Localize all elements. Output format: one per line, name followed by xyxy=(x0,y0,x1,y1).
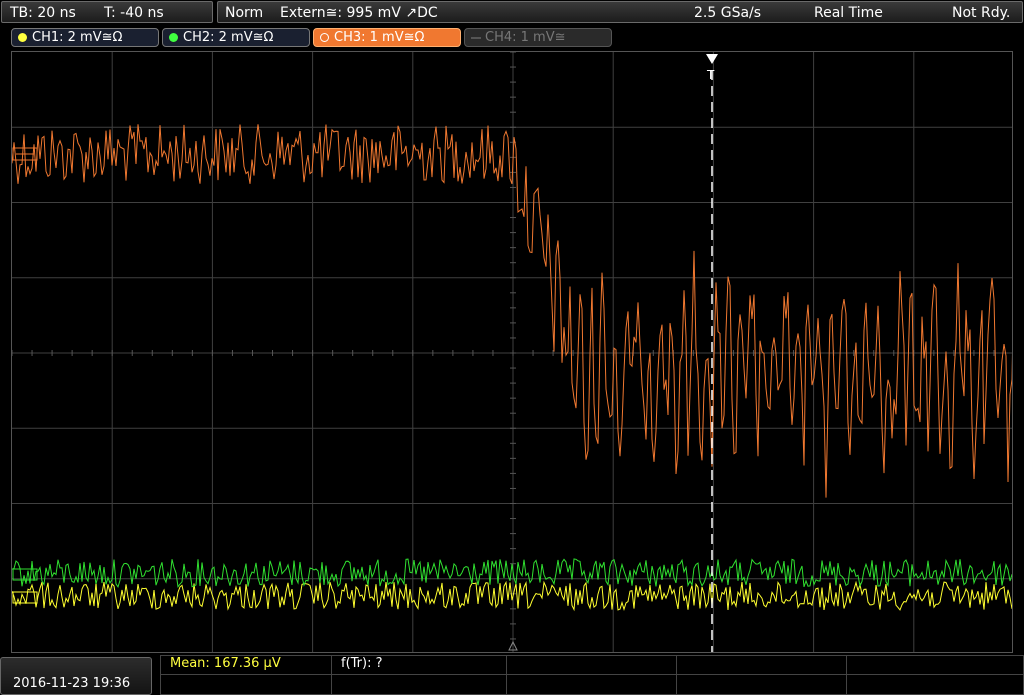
ch3-indicator-icon xyxy=(320,33,329,42)
divider xyxy=(846,656,847,695)
divider xyxy=(676,656,677,695)
trigger-panel[interactable]: Norm Extern≅: 995 mV ↗DC 2.5 GSa/s Real … xyxy=(217,1,1023,23)
trigger-time-readout: T: -40 ns xyxy=(104,5,164,21)
channel-tab-ch2[interactable]: CH2: 2 mV≅Ω xyxy=(162,28,310,47)
channel-label: CH3: 1 mV≅Ω xyxy=(334,30,425,45)
acquisition-mode: Norm xyxy=(225,5,264,21)
datetime: 2016-11-23 19:36 xyxy=(13,676,131,691)
trigger-status: Not Rdy. xyxy=(952,5,1011,21)
measurement-frequency[interactable]: f(Tr): ? xyxy=(341,656,383,671)
timebase-readout: TB: 20 ns xyxy=(10,5,76,21)
divider xyxy=(331,656,332,695)
channel-tab-ch3[interactable]: CH3: 1 mV≅Ω xyxy=(313,28,461,47)
datetime-panel: 2016-11-23 19:36 xyxy=(0,657,152,695)
sampling-mode: Real Time xyxy=(814,5,883,21)
bottom-bar: 2016-11-23 19:36 Mean: 167.36 µV f(Tr): … xyxy=(0,655,1024,695)
divider xyxy=(161,674,1023,675)
channel-label: CH4: 1 mV≅ xyxy=(485,30,566,45)
timebase-panel[interactable]: TB: 20 ns T: -40 ns xyxy=(1,1,213,23)
ch1-indicator-icon xyxy=(18,33,27,42)
status-bar: TB: 20 ns T: -40 ns Norm Extern≅: 995 mV… xyxy=(0,0,1024,26)
measurement-mean[interactable]: Mean: 167.36 µV xyxy=(170,656,281,671)
ch4-off-icon xyxy=(471,37,481,39)
waveform-display[interactable]: T xyxy=(11,51,1013,653)
channel-label: CH2: 2 mV≅Ω xyxy=(183,30,274,45)
channel-label: CH1: 2 mV≅Ω xyxy=(32,30,123,45)
channel-tab-ch1[interactable]: CH1: 2 mV≅Ω xyxy=(11,28,159,47)
divider xyxy=(506,656,507,695)
channel-tab-ch4[interactable]: CH4: 1 mV≅ xyxy=(464,28,612,47)
channel-bar: CH1: 2 mV≅Ω CH2: 2 mV≅Ω CH3: 1 mV≅Ω CH4:… xyxy=(0,26,1024,50)
trigger-marker-label: T xyxy=(706,68,715,82)
ch2-indicator-icon xyxy=(169,33,178,42)
trigger-source: Extern≅: 995 mV ↗DC xyxy=(280,5,438,21)
measurement-panel[interactable]: Mean: 167.36 µV f(Tr): ? xyxy=(160,655,1024,695)
trigger-arrow-icon[interactable] xyxy=(706,54,718,64)
sample-rate: 2.5 GSa/s xyxy=(694,5,762,21)
